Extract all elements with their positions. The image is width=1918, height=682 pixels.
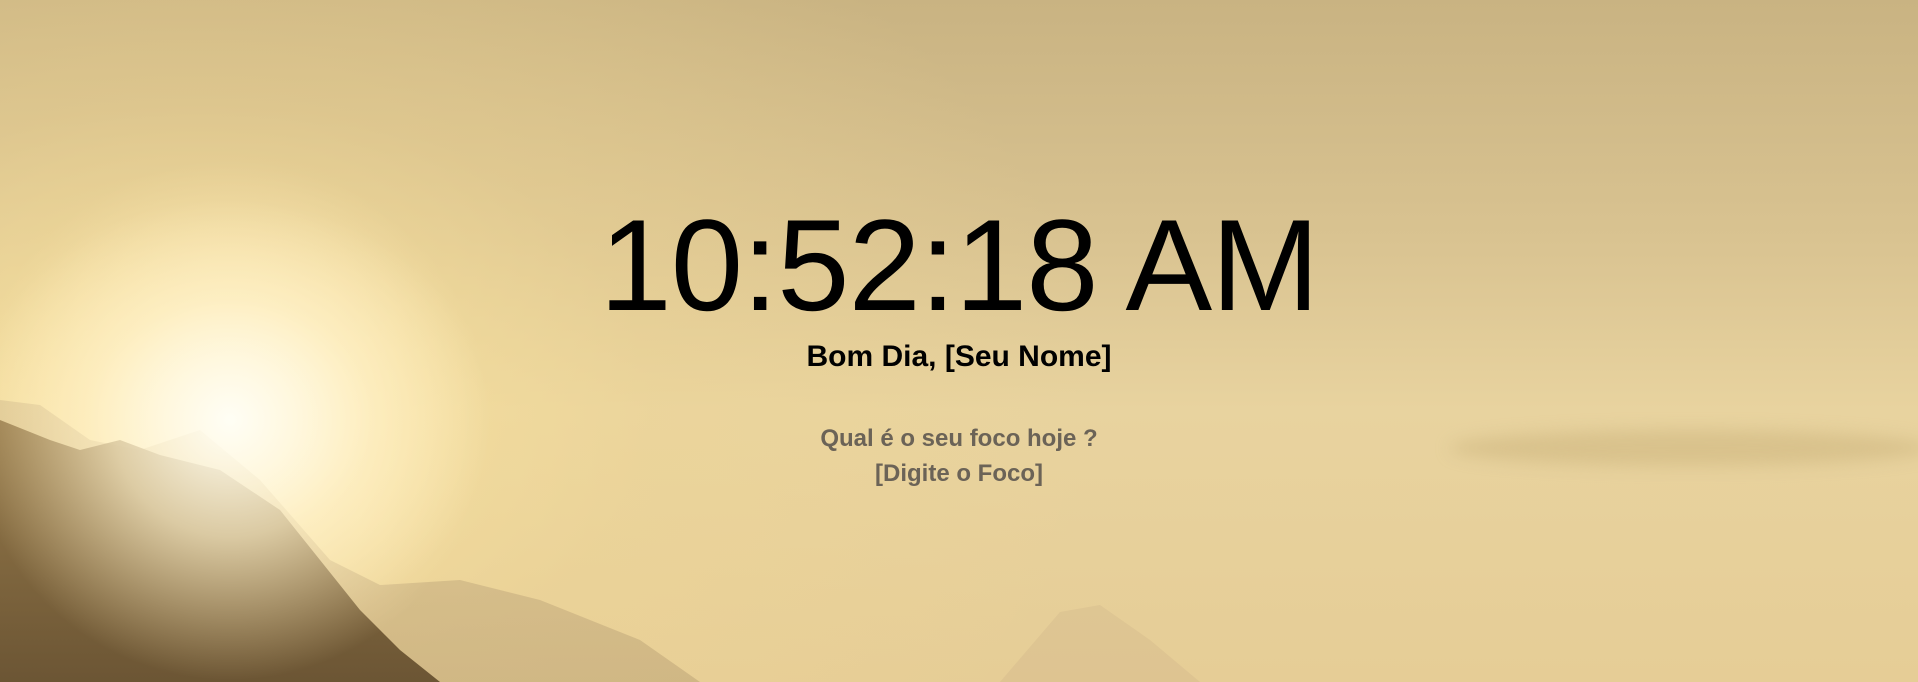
focus-question: Qual é o seu foco hoje ? [820, 425, 1098, 452]
dashboard-content: 10:52:18 AM Bom Dia, [Seu Nome] Qual é o… [0, 0, 1918, 682]
clock-time: 10:52:18 AM [599, 192, 1320, 338]
greeting-prefix: Bom Dia, [806, 340, 945, 373]
focus-input[interactable]: [Digite o Foco] [809, 460, 1109, 488]
greeting-line: Bom Dia, [Seu Nome] [0, 340, 1918, 374]
user-name-field[interactable]: [Seu Nome] [945, 340, 1112, 374]
